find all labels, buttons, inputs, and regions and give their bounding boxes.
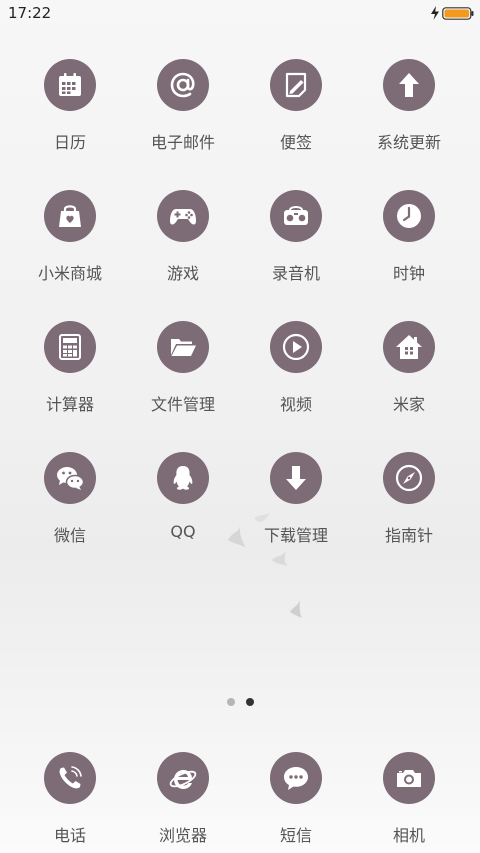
app-icon-bg bbox=[383, 59, 435, 111]
app-video[interactable]: 视频 bbox=[246, 321, 346, 431]
app-compass[interactable]: 指南针 bbox=[359, 452, 459, 562]
app-mijia[interactable]: 米家 bbox=[359, 321, 459, 431]
page-dot-1[interactable] bbox=[227, 698, 235, 706]
qq-penguin-icon bbox=[173, 466, 193, 490]
app-icon-bg bbox=[383, 752, 435, 804]
arrow-up-icon bbox=[399, 73, 419, 97]
app-icon-bg bbox=[270, 452, 322, 504]
app-calculator[interactable]: 计算器 bbox=[20, 321, 120, 431]
app-label: 计算器 bbox=[45, 395, 94, 414]
clock-icon bbox=[397, 204, 421, 228]
app-system-update[interactable]: 系统更新 bbox=[359, 59, 459, 169]
app-label: 电子邮件 bbox=[150, 133, 215, 152]
app-icon-bg bbox=[157, 452, 209, 504]
app-label: 文件管理 bbox=[150, 395, 215, 414]
app-recorder[interactable]: 录音机 bbox=[246, 190, 346, 300]
app-label: 指南针 bbox=[384, 526, 433, 545]
recorder-icon bbox=[284, 206, 308, 225]
app-label: 视频 bbox=[279, 395, 312, 414]
app-icon-bg bbox=[157, 321, 209, 373]
app-icon-bg bbox=[270, 321, 322, 373]
app-label: 小米商城 bbox=[37, 264, 102, 283]
gamepad-icon bbox=[170, 209, 196, 225]
app-label: 短信 bbox=[279, 826, 312, 845]
app-games[interactable]: 游戏 bbox=[133, 190, 233, 300]
download-icon bbox=[286, 466, 306, 490]
app-label: 日历 bbox=[53, 133, 86, 152]
app-icon-bg bbox=[44, 452, 96, 504]
app-icon-bg bbox=[383, 452, 435, 504]
wechat-icon bbox=[57, 467, 85, 490]
app-icon-bg bbox=[270, 752, 322, 804]
app-icon-bg bbox=[270, 190, 322, 242]
app-label: 系统更新 bbox=[376, 133, 441, 152]
calculator-icon bbox=[59, 334, 81, 360]
app-email[interactable]: 电子邮件 bbox=[133, 59, 233, 169]
app-icon-bg bbox=[157, 752, 209, 804]
app-icon-bg bbox=[44, 190, 96, 242]
dock-browser[interactable]: 浏览器 bbox=[133, 752, 233, 853]
app-icon-bg bbox=[383, 190, 435, 242]
message-icon bbox=[284, 767, 308, 790]
app-icon-bg bbox=[270, 59, 322, 111]
app-qq[interactable]: QQ bbox=[133, 452, 233, 562]
app-label: 浏览器 bbox=[158, 826, 207, 845]
status-time: 17:22 bbox=[8, 4, 52, 22]
app-label: 游戏 bbox=[166, 264, 199, 283]
app-wechat[interactable]: 微信 bbox=[20, 452, 120, 562]
home-icon bbox=[396, 335, 422, 359]
compass-icon bbox=[395, 464, 423, 492]
app-calendar[interactable]: 日历 bbox=[20, 59, 120, 169]
app-label: QQ bbox=[170, 522, 196, 541]
app-icon-bg bbox=[44, 59, 96, 111]
app-download-manager[interactable]: 下载管理 bbox=[246, 452, 346, 562]
app-label: 时钟 bbox=[392, 264, 425, 283]
dock-messages[interactable]: 短信 bbox=[246, 752, 346, 853]
browser-icon bbox=[169, 770, 197, 789]
play-icon bbox=[282, 333, 310, 361]
app-label: 便签 bbox=[279, 133, 312, 152]
at-sign-icon bbox=[170, 72, 195, 98]
app-icon-bg bbox=[157, 59, 209, 111]
app-icon-bg bbox=[383, 321, 435, 373]
page-dot-2-active[interactable] bbox=[246, 698, 254, 706]
charging-icon bbox=[431, 6, 439, 20]
app-icon-bg bbox=[157, 190, 209, 242]
page-indicator[interactable] bbox=[0, 698, 480, 710]
app-icon-bg bbox=[44, 321, 96, 373]
calendar-icon bbox=[59, 73, 81, 96]
app-notes[interactable]: 便签 bbox=[246, 59, 346, 169]
dock-camera[interactable]: 相机 bbox=[359, 752, 459, 853]
dock-phone[interactable]: 电话 bbox=[20, 752, 120, 853]
shopping-bag-icon bbox=[59, 205, 81, 227]
app-mi-store[interactable]: 小米商城 bbox=[20, 190, 120, 300]
app-label: 电话 bbox=[53, 826, 86, 845]
camera-icon bbox=[397, 770, 421, 787]
phone-icon bbox=[59, 766, 82, 789]
app-icon-bg bbox=[44, 752, 96, 804]
folder-icon bbox=[171, 339, 196, 356]
app-file-manager[interactable]: 文件管理 bbox=[133, 321, 233, 431]
notes-icon bbox=[285, 72, 307, 98]
status-bar: 17:22 bbox=[0, 0, 480, 28]
app-label: 米家 bbox=[392, 395, 425, 414]
battery-icon bbox=[442, 7, 474, 20]
app-label: 相机 bbox=[392, 826, 425, 845]
app-label: 下载管理 bbox=[263, 526, 328, 545]
app-label: 录音机 bbox=[271, 264, 320, 283]
app-label: 微信 bbox=[53, 526, 86, 545]
app-clock[interactable]: 时钟 bbox=[359, 190, 459, 300]
